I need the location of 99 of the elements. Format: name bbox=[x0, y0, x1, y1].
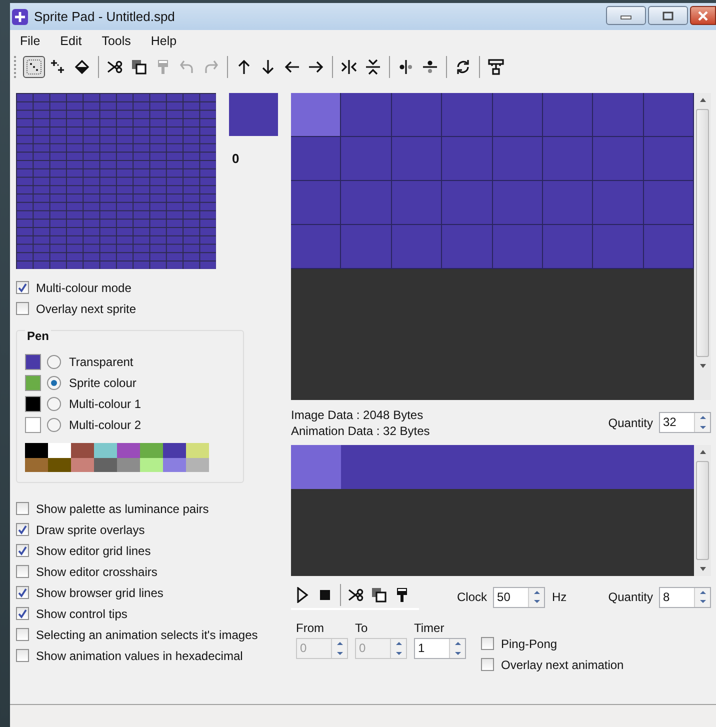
field-label: Timer bbox=[414, 620, 446, 637]
quantity-spinner[interactable]: 8 bbox=[659, 586, 711, 608]
checkbox[interactable] bbox=[481, 658, 494, 671]
quantity-spinner[interactable]: 32 bbox=[659, 412, 711, 433]
checkbox-label: Show control tips bbox=[36, 606, 128, 620]
checkbox-label: Draw sprite overlays bbox=[36, 522, 145, 536]
palette-colour[interactable] bbox=[94, 458, 117, 472]
sprite-thumbnail[interactable] bbox=[341, 225, 392, 269]
sprite-thumbnail[interactable] bbox=[593, 93, 644, 137]
checkbox-label: Overlay next animation bbox=[501, 658, 624, 672]
sprite-thumbnail[interactable] bbox=[644, 93, 694, 137]
maximize-button[interactable] bbox=[648, 6, 688, 25]
palette-colour[interactable] bbox=[25, 458, 48, 472]
radio-label: Multi-colour 2 bbox=[69, 418, 142, 432]
menu-item[interactable]: Edit bbox=[60, 34, 92, 48]
checkbox[interactable] bbox=[16, 523, 29, 536]
radio-label: Transparent bbox=[69, 354, 134, 368]
animation-data-text: Animation Data : 32 Bytes bbox=[291, 424, 430, 438]
sprite-thumbnail[interactable] bbox=[542, 93, 594, 137]
sprite-thumbnail[interactable] bbox=[593, 181, 644, 225]
scrollbar[interactable] bbox=[694, 445, 711, 576]
sprite-thumbnail[interactable] bbox=[392, 93, 442, 137]
quantity-label: Quantity bbox=[608, 416, 653, 430]
checkbox[interactable] bbox=[16, 544, 29, 557]
clock-unit: Hz bbox=[552, 590, 567, 604]
checkbox-label: Show editor grid lines bbox=[36, 544, 151, 558]
sprite-thumbnail[interactable] bbox=[644, 225, 694, 269]
sprite-thumbnail[interactable] bbox=[291, 137, 342, 181]
checkbox[interactable] bbox=[16, 649, 29, 662]
hierarchy-icon[interactable] bbox=[485, 56, 507, 78]
sprite-thumbnail[interactable] bbox=[542, 225, 594, 269]
sprite-thumbnail[interactable] bbox=[492, 225, 543, 269]
checkbox-label: Show animation values in hexadecimal bbox=[36, 648, 243, 662]
sprite-thumbnail[interactable] bbox=[492, 181, 543, 225]
checkbox-label: Show editor crosshairs bbox=[36, 564, 158, 578]
radio-label: Multi-colour 1 bbox=[69, 396, 142, 410]
sprite-thumbnail[interactable] bbox=[291, 225, 342, 269]
checkbox-label: Overlay next sprite bbox=[36, 302, 136, 316]
close-icon bbox=[697, 10, 709, 20]
sprite-thumbnail[interactable] bbox=[442, 181, 492, 225]
sprite-editor-grid[interactable] bbox=[16, 93, 216, 269]
sprite-thumbnail[interactable] bbox=[492, 93, 543, 137]
sprite-preview bbox=[229, 93, 278, 136]
menu-item[interactable]: Help bbox=[150, 34, 187, 48]
window-title: Sprite Pad - Untitled.spd bbox=[34, 9, 175, 24]
maximize-icon bbox=[662, 10, 674, 20]
checkbox-label: Show browser grid lines bbox=[36, 586, 164, 600]
menu-item[interactable]: File bbox=[20, 34, 50, 48]
sprite-thumbnail[interactable] bbox=[392, 137, 442, 181]
checkbox[interactable] bbox=[16, 628, 29, 641]
sprite-thumbnail[interactable] bbox=[442, 225, 492, 269]
app-plus-icon bbox=[12, 8, 28, 24]
image-data-text: Image Data : 2048 Bytes bbox=[291, 408, 424, 422]
checkbox[interactable] bbox=[481, 637, 494, 650]
checkbox[interactable] bbox=[16, 502, 29, 515]
sprite-number: 0 bbox=[232, 151, 240, 166]
checkbox-label: Selecting an animation selects it's images bbox=[36, 628, 258, 642]
number-spinner[interactable]: 1 bbox=[414, 638, 466, 659]
sprite-thumbnail[interactable] bbox=[593, 225, 644, 269]
checkbox-label: Multi-colour mode bbox=[36, 280, 132, 294]
sprite-thumbnail[interactable] bbox=[542, 181, 594, 225]
menu-item[interactable]: Tools bbox=[102, 34, 141, 48]
group-title: Pen bbox=[25, 329, 52, 343]
checkbox[interactable] bbox=[16, 607, 29, 620]
checkbox[interactable] bbox=[16, 565, 29, 578]
sprite-thumbnail[interactable] bbox=[291, 93, 342, 137]
checkbox-label: Ping-Pong bbox=[501, 636, 558, 650]
radio-button[interactable] bbox=[47, 376, 61, 390]
radio-button[interactable] bbox=[47, 418, 61, 432]
sprite-thumbnail[interactable] bbox=[644, 137, 694, 181]
field-label: To bbox=[355, 620, 369, 637]
sprite-thumbnail[interactable] bbox=[392, 225, 442, 269]
palette-colour[interactable] bbox=[48, 458, 71, 472]
field-label: From bbox=[296, 620, 325, 637]
minimize-button[interactable] bbox=[606, 6, 646, 25]
sprite-thumbnail[interactable] bbox=[644, 181, 694, 225]
checkbox[interactable] bbox=[16, 302, 29, 315]
sprite-thumbnail[interactable] bbox=[341, 181, 392, 225]
checkbox-label: Show palette as luminance pairs bbox=[36, 502, 209, 516]
close-button[interactable] bbox=[690, 6, 716, 25]
sprite-thumbnail[interactable] bbox=[291, 181, 342, 225]
sprite-thumbnail[interactable] bbox=[593, 137, 644, 181]
checkbox[interactable] bbox=[16, 281, 29, 294]
clock-spinner[interactable]: 50 bbox=[493, 586, 546, 608]
sprite-thumbnail[interactable] bbox=[442, 93, 492, 137]
sprite-thumbnail[interactable] bbox=[392, 181, 442, 225]
sprite-thumbnail[interactable] bbox=[341, 137, 392, 181]
sprite-thumbnail[interactable] bbox=[341, 93, 392, 137]
quantity-label: Quantity bbox=[608, 590, 653, 604]
dotted-select-icon[interactable] bbox=[23, 56, 45, 78]
checkbox[interactable] bbox=[16, 586, 29, 599]
scrollbar[interactable] bbox=[694, 93, 711, 400]
sprite-thumbnail[interactable] bbox=[442, 137, 492, 181]
radio-button[interactable] bbox=[47, 396, 61, 410]
radio-button[interactable] bbox=[47, 354, 61, 368]
radio-label: Sprite colour bbox=[69, 376, 136, 390]
clock-label: Clock bbox=[457, 590, 488, 604]
sprite-thumbnail[interactable] bbox=[492, 137, 543, 181]
sprite-thumbnail[interactable] bbox=[542, 137, 594, 181]
